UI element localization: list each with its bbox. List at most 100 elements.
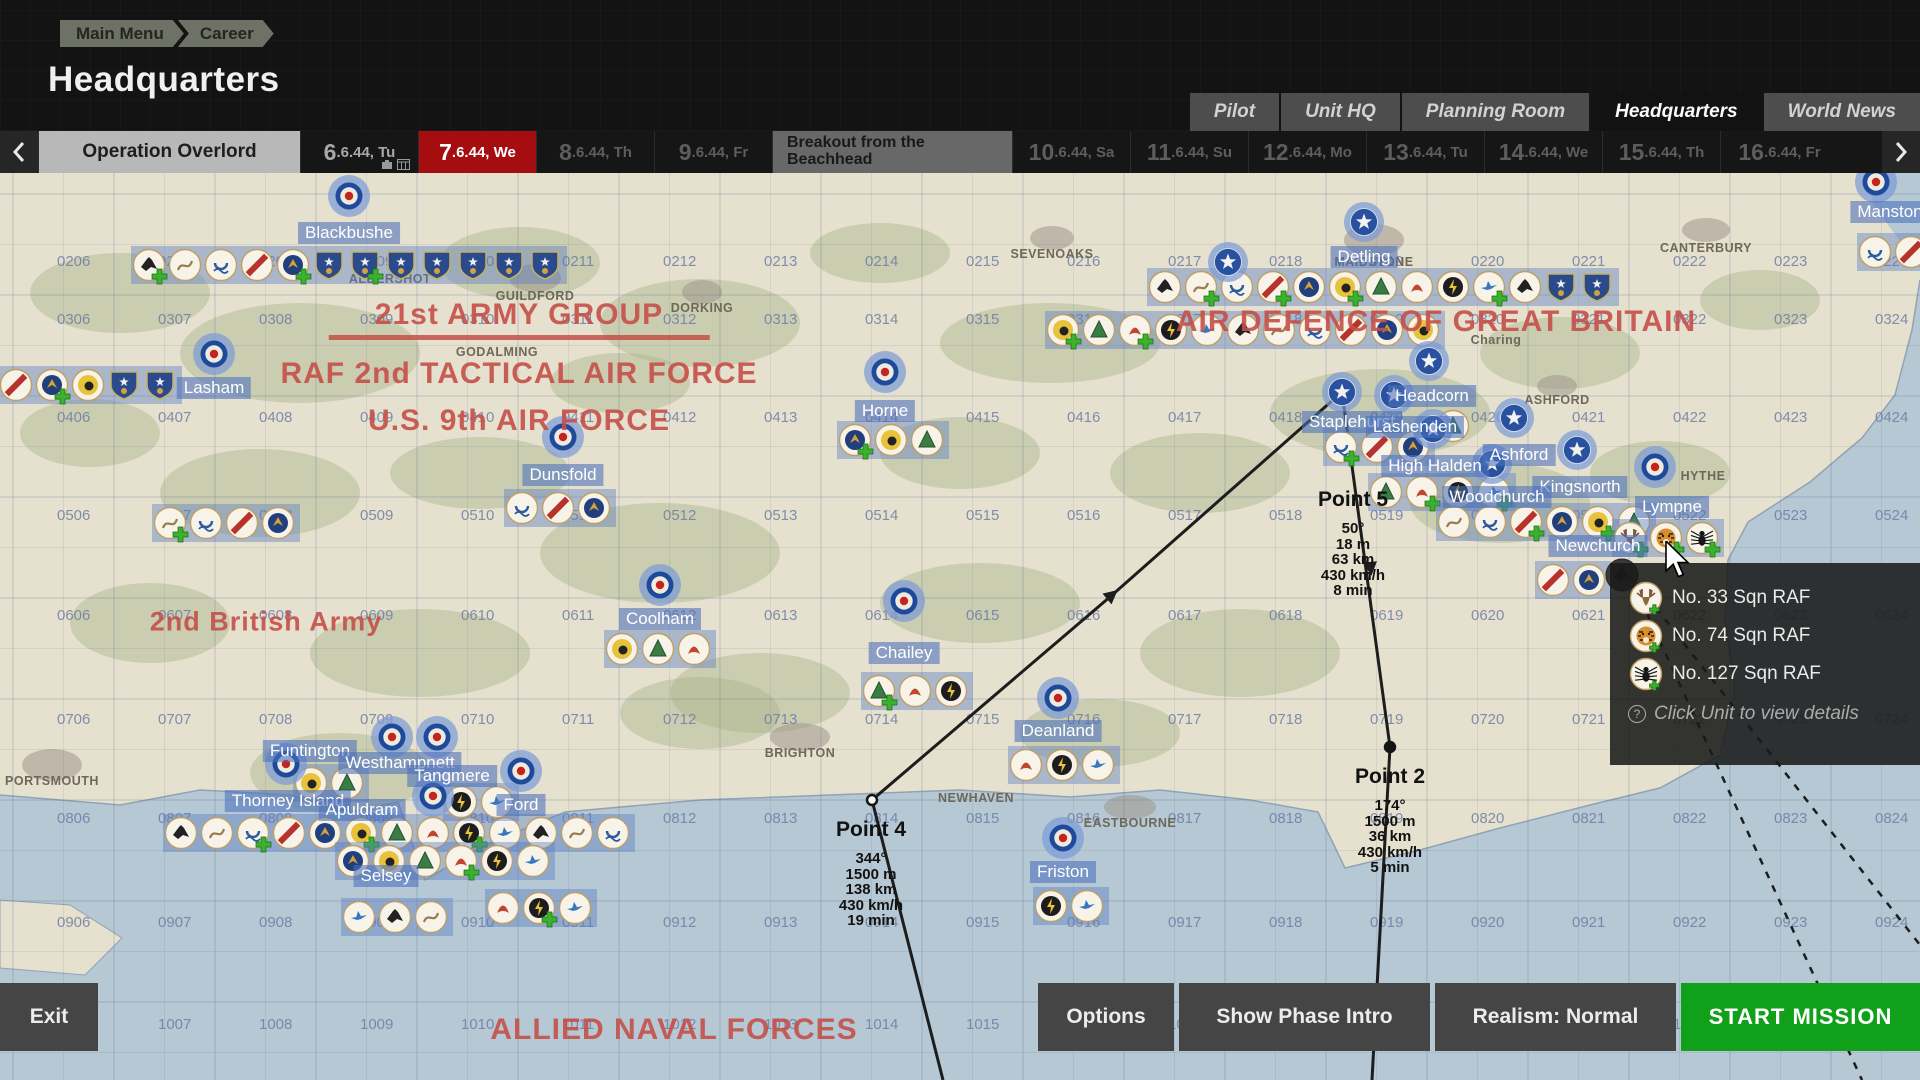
date-tab-6-6-44[interactable]: 6.6.44, Tu: [300, 131, 418, 173]
squadron-emblem-icon[interactable]: [1402, 272, 1433, 303]
squadron-emblem-icon[interactable]: [482, 846, 513, 877]
squadron-emblem-icon[interactable]: [1510, 272, 1541, 303]
squadron-emblem-icon[interactable]: [191, 508, 222, 539]
raf-roundel-icon[interactable]: [1634, 446, 1676, 488]
squadron-emblem-icon[interactable]: [1896, 237, 1920, 268]
map-area[interactable]: 0206020702080209021002110212021302140215…: [0, 173, 1920, 1080]
squadron-emblem-icon[interactable]: [1083, 750, 1114, 781]
us-star-icon[interactable]: [1208, 242, 1248, 282]
waypoint-dot[interactable]: [867, 795, 877, 805]
tab-headquarters[interactable]: Headquarters: [1591, 93, 1762, 131]
squadron-emblem-icon[interactable]: [518, 846, 549, 877]
tooltip-unit-row[interactable]: No. 127 Sqn RAF: [1628, 655, 1920, 693]
squadron-emblem-icon[interactable]: [1294, 272, 1325, 303]
us-star-icon[interactable]: [1494, 398, 1534, 438]
squadron-emblem-icon[interactable]: [579, 493, 610, 524]
us-star-icon[interactable]: [1472, 444, 1512, 484]
squadron-emblem-icon[interactable]: [410, 846, 441, 877]
raf-roundel-icon[interactable]: [265, 743, 307, 785]
date-tab-8-6-44[interactable]: 8.6.44, Th: [536, 131, 654, 173]
squadron-emblem-icon[interactable]: [1538, 565, 1569, 596]
date-tab-13-6-44[interactable]: 13.6.44, Tu: [1366, 131, 1484, 173]
date-tab-10-6-44[interactable]: 10.6.44, Sa: [1012, 131, 1130, 173]
squadron-emblem-icon[interactable]: [1264, 315, 1295, 346]
raf-roundel-icon[interactable]: [500, 750, 542, 792]
squadron-emblem-icon[interactable]: [679, 634, 710, 665]
squadron-emblem-icon[interactable]: [1036, 891, 1067, 922]
squadron-emblem-icon[interactable]: [1366, 272, 1397, 303]
squadron-emblem-icon[interactable]: [507, 493, 538, 524]
raf-roundel-icon[interactable]: [193, 333, 235, 375]
tab-pilot[interactable]: Pilot: [1190, 93, 1279, 131]
squadron-emblem-icon[interactable]: [1438, 272, 1469, 303]
squadron-emblem-icon[interactable]: [338, 846, 369, 877]
raf-roundel-icon[interactable]: [1042, 817, 1084, 859]
squadron-emblem-icon[interactable]: [1, 370, 32, 401]
squadron-emblem-icon[interactable]: [562, 818, 593, 849]
date-tab-12-6-44[interactable]: 12.6.44, Mo: [1248, 131, 1366, 173]
phase-tab-breakout[interactable]: Breakout from the Beachhead: [772, 131, 1012, 173]
date-tab-9-6-44[interactable]: 9.6.44, Fr: [654, 131, 772, 173]
us-star-icon[interactable]: [1409, 341, 1449, 381]
squadron-emblem-icon[interactable]: [1372, 315, 1403, 346]
tab-unit-hq[interactable]: Unit HQ: [1281, 93, 1400, 131]
raf-roundel-icon[interactable]: [1037, 677, 1079, 719]
start-mission-button[interactable]: START MISSION: [1681, 983, 1920, 1051]
exit-button[interactable]: Exit: [0, 983, 98, 1051]
squadron-emblem-icon[interactable]: [344, 902, 375, 933]
squadron-emblem-icon[interactable]: [206, 250, 237, 281]
squadron-emblem-icon[interactable]: [227, 508, 258, 539]
squadron-emblem-icon[interactable]: [416, 902, 447, 933]
date-tab-11-6-44[interactable]: 11.6.44, Su: [1130, 131, 1248, 173]
breadcrumb-main-menu[interactable]: Main Menu: [60, 20, 184, 47]
squadron-emblem-icon[interactable]: [488, 893, 519, 924]
tab-planning-room[interactable]: Planning Room: [1402, 93, 1589, 131]
squadron-emblem-icon[interactable]: [643, 634, 674, 665]
squadron-emblem-icon[interactable]: [1072, 891, 1103, 922]
squadron-emblem-icon[interactable]: [242, 250, 273, 281]
date-tab-15-6-44[interactable]: 15.6.44, Th: [1602, 131, 1720, 173]
squadron-emblem-icon[interactable]: [73, 370, 104, 401]
raf-roundel-icon[interactable]: [371, 716, 413, 758]
squadron-emblem-icon[interactable]: [1084, 315, 1115, 346]
squadron-emblem-icon[interactable]: [1336, 315, 1367, 346]
squadron-emblem-icon[interactable]: [1439, 507, 1470, 538]
squadron-emblem-icon[interactable]: [560, 893, 591, 924]
squadron-emblem-icon[interactable]: [543, 493, 574, 524]
squadron-emblem-icon[interactable]: [607, 634, 638, 665]
raf-roundel-icon[interactable]: [864, 351, 906, 393]
date-tab-7-6-44[interactable]: 7.6.44, We: [418, 131, 536, 173]
tab-world-news[interactable]: World News: [1764, 93, 1920, 131]
squadron-emblem-icon[interactable]: [1371, 477, 1402, 508]
raf-roundel-icon[interactable]: [412, 775, 454, 817]
raf-roundel-icon[interactable]: [639, 564, 681, 606]
squadron-emblem-icon[interactable]: [380, 902, 411, 933]
squadron-emblem-icon[interactable]: [374, 846, 405, 877]
raf-roundel-icon[interactable]: [883, 580, 925, 622]
squadron-emblem-icon[interactable]: [1156, 315, 1187, 346]
us-star-icon[interactable]: [1557, 430, 1597, 470]
squadron-emblem-icon[interactable]: [166, 818, 197, 849]
squadron-emblem-icon[interactable]: [1547, 507, 1578, 538]
next-day-button[interactable]: [1882, 131, 1920, 173]
squadron-emblem-icon[interactable]: [876, 425, 907, 456]
squadron-emblem-icon[interactable]: [1228, 315, 1259, 346]
squadron-emblem-icon[interactable]: [900, 676, 931, 707]
squadron-emblem-icon[interactable]: [1860, 237, 1891, 268]
squadron-emblem-icon[interactable]: [170, 250, 201, 281]
squadron-emblem-icon[interactable]: [1443, 477, 1474, 508]
squadron-emblem-icon[interactable]: [936, 676, 967, 707]
squadron-emblem-icon[interactable]: [1574, 565, 1605, 596]
squadron-emblem-icon[interactable]: [598, 818, 629, 849]
phase-tab-operation-overlord[interactable]: Operation Overlord: [38, 131, 300, 173]
squadron-emblem-icon[interactable]: [482, 787, 513, 818]
us-star-icon[interactable]: [1374, 375, 1414, 415]
raf-roundel-icon[interactable]: [542, 416, 584, 458]
prev-day-button[interactable]: [0, 131, 38, 173]
raf-roundel-icon[interactable]: [328, 175, 370, 217]
us-star-icon[interactable]: [1413, 409, 1453, 449]
realism-button[interactable]: Realism: Normal: [1435, 983, 1676, 1051]
tooltip-unit-row[interactable]: No. 33 Sqn RAF: [1628, 579, 1920, 617]
squadron-emblem-icon[interactable]: [1408, 315, 1439, 346]
options-button[interactable]: Options: [1038, 983, 1174, 1051]
